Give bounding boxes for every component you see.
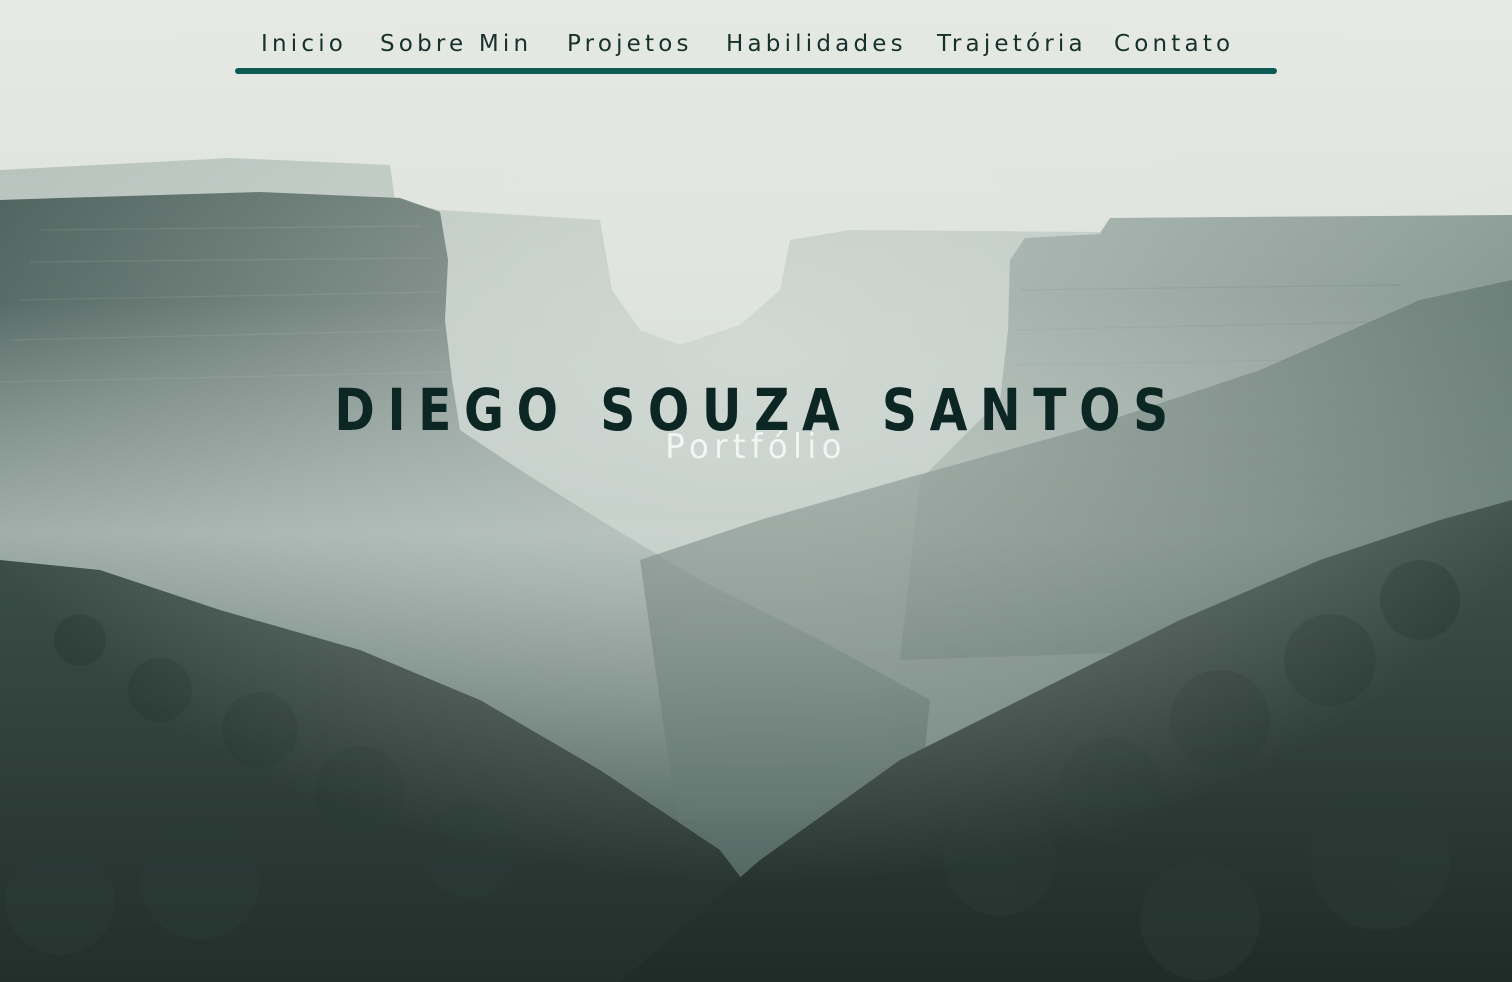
nav-item-habilidades[interactable]: Habilidades — [726, 28, 907, 60]
hero-section: Inicio Sobre Min Projetos Habilidades Tr… — [0, 0, 1512, 982]
misty-canyon-background — [0, 0, 1512, 982]
nav-items: Inicio Sobre Min Projetos Habilidades Tr… — [235, 28, 1277, 62]
nav-item-projetos[interactable]: Projetos — [567, 28, 693, 60]
hero-subtitle: Portfólio — [665, 427, 847, 467]
nav-item-contato[interactable]: Contato — [1114, 28, 1234, 60]
nav-underline — [235, 68, 1277, 74]
nav-item-sobre-min[interactable]: Sobre Min — [380, 28, 532, 60]
nav-item-inicio[interactable]: Inicio — [261, 28, 347, 60]
main-navigation: Inicio Sobre Min Projetos Habilidades Tr… — [235, 28, 1277, 74]
nav-item-trajetoria[interactable]: Trajetória — [937, 28, 1087, 60]
